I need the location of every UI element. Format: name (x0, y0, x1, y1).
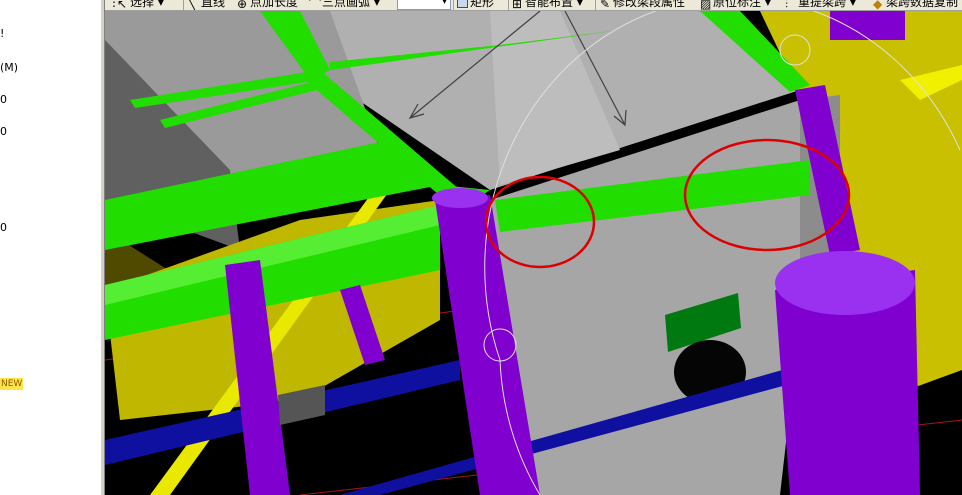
point-length-label: 点加长度 (250, 0, 299, 9)
copy-span-button[interactable]: ◆ 梁跨数据复制 (873, 0, 959, 11)
new-badge: NEW (0, 378, 24, 390)
combo-arrow-icon[interactable]: ▾ (442, 0, 447, 9)
select-label: 选择 (130, 0, 155, 9)
copy-span-label: 梁跨数据复制 (886, 0, 959, 9)
origin-mark-label: 原位标注 (713, 0, 762, 9)
3d-viewport[interactable] (105, 11, 962, 495)
rectangle-label: 矩形 (470, 0, 495, 9)
tree-item[interactable]: (M) (0, 62, 18, 74)
modify-beam-button[interactable]: ✎ 修改梁段属性 (600, 0, 686, 11)
edit-icon: ✎ (600, 0, 611, 11)
copy-icon: ◆ (873, 0, 883, 11)
tree-item[interactable]: 0 (0, 222, 7, 234)
tree-item[interactable]: ! (0, 28, 4, 40)
three-point-arc-button[interactable]: ⌒三点画弧 ▾ (309, 0, 380, 11)
arc-label: 三点画弧 (322, 0, 371, 9)
reextract-label: 重提梁跨 (798, 0, 847, 9)
tree-item[interactable]: 0 (0, 94, 7, 106)
span-icon: ⫶ (785, 0, 789, 11)
select-tool-button[interactable]: ↖ 选择 ▾ (117, 0, 164, 11)
smart-layout-label: 智能布置 (525, 0, 574, 9)
grid-icon: ⊞ (512, 0, 523, 11)
point-length-button[interactable]: ⊕ 点加长度 (237, 0, 299, 11)
tree-item[interactable]: 0 (0, 126, 7, 138)
mark-icon: ▨ (700, 0, 712, 11)
model-canvas (105, 11, 962, 495)
left-panel: ! (M) 0 0 0 NEW (0, 0, 101, 495)
line-label: 直线 (201, 0, 226, 9)
toolbar: ⋮ ↖ 选择 ▾ ╲ 直线 ⊕ 点加长度 ⌒三点画弧 ▾ ▾ 矩形 ⊞ 智能布置 ▾ ✎… (105, 0, 962, 11)
smart-layout-button[interactable]: ⊞ 智能布置 ▾ (512, 0, 583, 11)
origin-mark-button[interactable]: ▨ 原位标注 ▾ (700, 0, 771, 11)
point-add-icon: ⊕ (237, 0, 248, 11)
line-icon: ╲ (188, 0, 196, 11)
rectangle-button[interactable]: 矩形 (457, 0, 494, 9)
cursor-icon: ↖ (117, 0, 128, 11)
modify-beam-label: 修改梁段属性 (613, 0, 686, 9)
arc-icon: ⌒ (309, 0, 322, 11)
line-tool-button[interactable]: ╲ 直线 (188, 0, 226, 11)
reextract-span-button[interactable]: ⫶ 重提梁跨 ▾ (785, 0, 856, 11)
rectangle-icon (457, 0, 468, 8)
